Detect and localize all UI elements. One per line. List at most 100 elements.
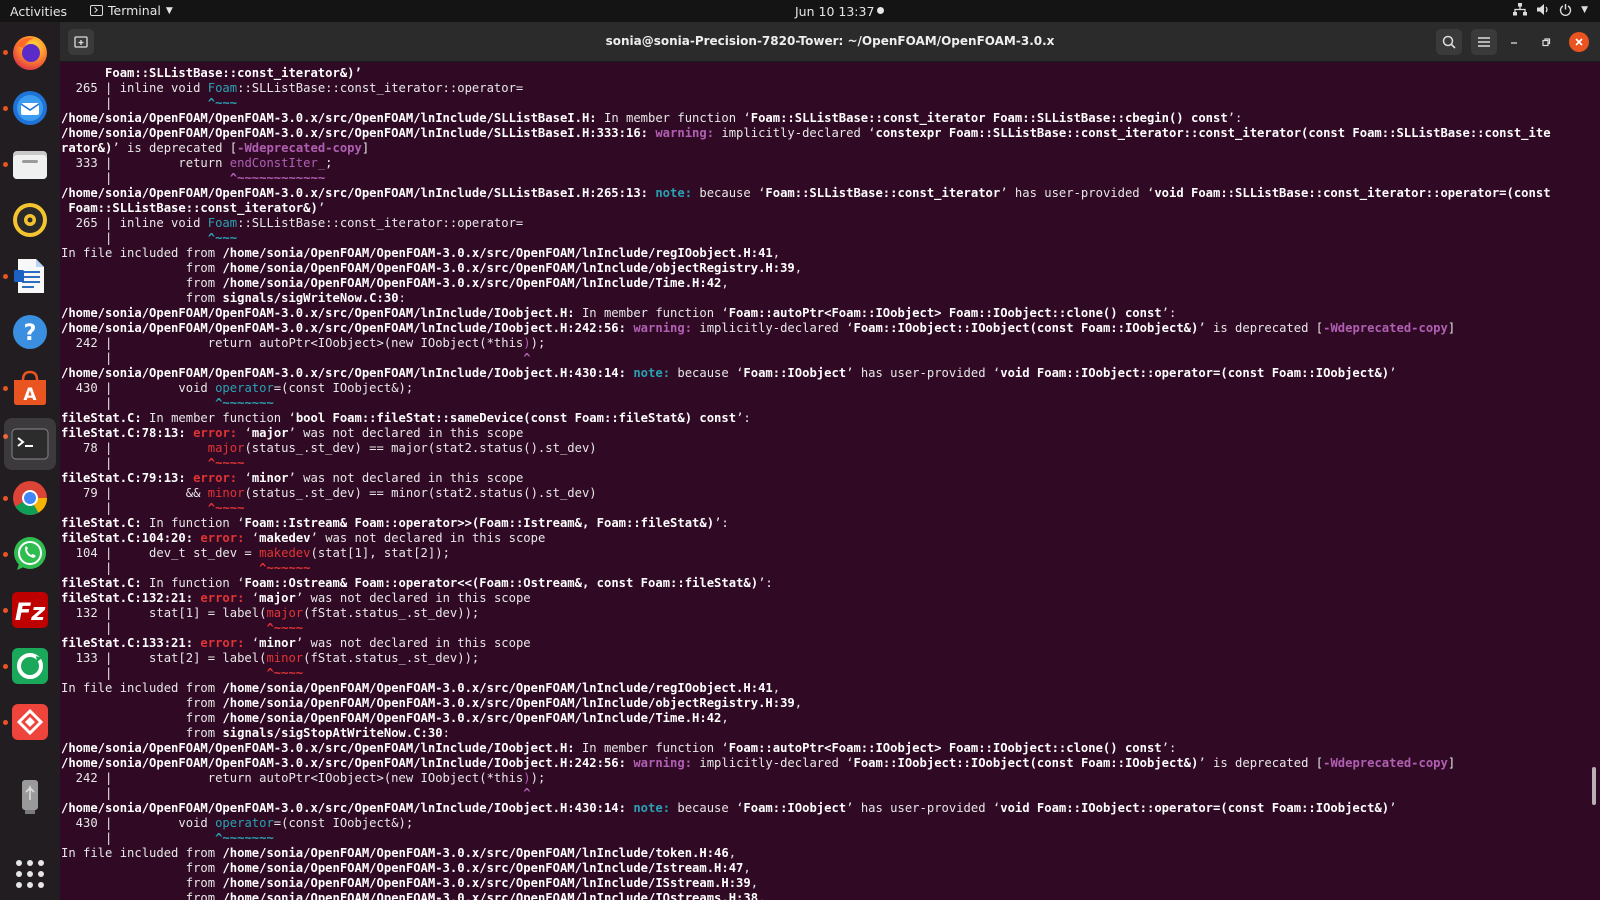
terminal-text-segment: (fStat.status_.st_dev)); [303,651,480,665]
terminal-text-segment: 242 | return autoPtr<IOobject>(new IOobj… [61,771,524,785]
hamburger-menu-icon [1478,37,1490,47]
terminal-text-segment: , [794,696,803,710]
terminal-text-segment: /home/sonia/OpenFOAM/OpenFOAM-3.0.x/src/… [61,321,626,335]
terminal-text-segment: error: [200,636,245,650]
app-menu[interactable]: Terminal ▼ [90,3,173,18]
terminal-scrollbar[interactable] [1592,767,1596,805]
running-indicator [3,106,8,111]
terminal-text-segment: In function ‘ [141,576,245,590]
terminal-text-segment: from [61,891,223,900]
terminal-text-segment: ) [523,771,531,785]
terminal-text-segment: ’: [736,411,751,425]
terminal-text-segment: fileStat.C: [61,411,142,425]
clock[interactable]: Jun 10 13:37 [795,4,874,19]
terminal-text-segment: fileStat.C: [61,576,142,590]
filezilla-icon[interactable]: Fz [10,590,50,630]
terminal-line: 132 | stat[1] = label(major(fStat.status… [61,606,1600,621]
terminal-line: fileStat.C: In function ‘Foam::Ostream& … [61,576,1600,591]
network-icon [1513,3,1528,16]
terminal-text-segment: ’ is deprecated [ [1198,321,1324,335]
terminal-text-segment: Foam::autoPtr<Foam::IOobject> Foam::IOob… [728,306,1162,320]
window-headerbar[interactable]: sonia@sonia-Precision-7820-Tower: ~/Open… [60,22,1600,62]
sync-app-icon[interactable] [10,646,50,686]
terminal-text-segment: Foam::IOobject::IOobject(const Foam::IOo… [853,321,1199,335]
terminal-text-segment: /home/sonia/OpenFOAM/OpenFOAM-3.0.x/src/… [222,246,773,260]
terminal-line: Foam::SLListBase::const_iterator&)’ [61,201,1600,216]
thunderbird-icon[interactable] [10,88,50,128]
dock-item-terminal[interactable] [4,418,56,470]
terminal-text-segment: ^ [523,786,531,800]
rhythmbox-icon[interactable] [10,200,50,240]
terminal-text-segment: In file included from [61,246,223,260]
terminal-line: /home/sonia/OpenFOAM/OpenFOAM-3.0.x/src/… [61,756,1600,771]
terminal-line: 242 | return autoPtr<IOobject>(new IOobj… [61,336,1600,351]
help-icon[interactable]: ? [10,312,50,352]
terminal-text-segment: implicitly-declared ‘ [692,756,854,770]
terminal-text-segment: ^~~~~~~~ [215,831,274,845]
top-bar: Activities Terminal ▼ Jun 10 13:37 ▼ [0,0,1600,22]
terminal-text-segment: because ‘ [692,186,766,200]
svg-text:?: ? [24,321,37,346]
search-button[interactable] [1436,29,1462,55]
close-button[interactable] [1569,32,1589,52]
files-icon[interactable] [10,144,50,184]
terminal-text-segment: ^~~~ [207,231,238,245]
usb-drive-icon[interactable] [10,776,50,816]
terminal-line: from /home/sonia/OpenFOAM/OpenFOAM-3.0.x… [61,276,1600,291]
terminal-text-segment: from [61,876,223,890]
terminal-text-segment: ^~~~~ [207,456,245,470]
terminal-line: | ^~~~~~~ [61,561,1600,576]
terminal-text-segment: ’ is deprecated [ [112,141,238,155]
terminal-text-segment: -Wdeprecated-copy [237,141,362,155]
terminal-line: fileStat.C:79:13: error: ‘minor’ was not… [61,471,1600,486]
volume-icon [1537,4,1548,15]
terminal-text-segment: , [728,846,737,860]
running-indicator [3,608,8,613]
minimize-button[interactable] [1504,32,1524,52]
terminal-window: sonia@sonia-Precision-7820-Tower: ~/Open… [60,22,1600,900]
system-tray[interactable]: ▼ [1513,3,1588,16]
terminal-text-segment: ‘ [244,636,260,650]
terminal-text-segment: , [721,711,729,725]
terminal-text-segment: In file included from [61,681,223,695]
terminal-text-segment: /home/sonia/OpenFOAM/OpenFOAM-3.0.x/src/… [61,306,575,320]
search-icon [1442,35,1456,49]
terminal-text-segment: ’: [758,576,773,590]
terminal-text-segment: /home/sonia/OpenFOAM/OpenFOAM-3.0.x/src/… [61,111,597,125]
terminal-text-segment: fileStat.C:78:13: [61,426,186,440]
terminal-text-segment: | [61,501,208,515]
show-apps-icon[interactable] [10,854,50,894]
terminal-text-segment: (fStat.status_.st_dev)); [303,606,480,620]
terminal-text-segment: , [758,891,766,900]
activities-button[interactable]: Activities [10,4,67,19]
terminal-text-segment: /home/sonia/OpenFOAM/OpenFOAM-3.0.x/src/… [61,801,626,815]
terminal-line: from /home/sonia/OpenFOAM/OpenFOAM-3.0.x… [61,261,1600,276]
terminal-line: Foam::SLListBase::const_iterator&)’ [61,66,1600,81]
terminal-text-segment: , [743,861,751,875]
terminal-text-segment: ; [325,156,333,170]
terminal-text-segment: from [61,276,223,290]
firefox-icon[interactable] [10,32,50,72]
terminal-text-segment: 104 | dev_t st_dev = [61,546,260,560]
terminal-text-segment: ^ [523,351,531,365]
terminal-output[interactable]: Foam::SLListBase::const_iterator&)’ 265 … [60,62,1600,900]
whatsapp-icon[interactable] [10,534,50,574]
terminal-text-segment: Foam::SLListBase::const_iterator&)’ [61,66,362,80]
terminal-text-segment: Foam::IOobject [743,801,847,815]
terminal-text-segment: major [251,426,289,440]
terminal-text-segment: Foam::IOobject::IOobject(const Foam::IOo… [853,756,1199,770]
anydesk-icon[interactable] [10,702,50,742]
terminal-text-segment: ’ [1389,366,1397,380]
terminal-text-segment: error: [200,591,245,605]
libreoffice-writer-icon[interactable] [10,256,50,296]
terminal-text-segment: ‘ [244,591,260,605]
terminal-text-segment: note: [633,801,671,815]
terminal-line: 265 | inline void Foam::SLListBase::cons… [61,216,1600,231]
chrome-icon[interactable] [10,478,50,518]
terminal-line: from /home/sonia/OpenFOAM/OpenFOAM-3.0.x… [61,876,1600,891]
menu-button[interactable] [1471,29,1497,55]
maximize-button[interactable] [1536,32,1556,52]
software-center-icon[interactable]: A [10,368,50,408]
terminal-text-segment: | [61,96,208,110]
terminal-text-segment: makedev [259,531,311,545]
